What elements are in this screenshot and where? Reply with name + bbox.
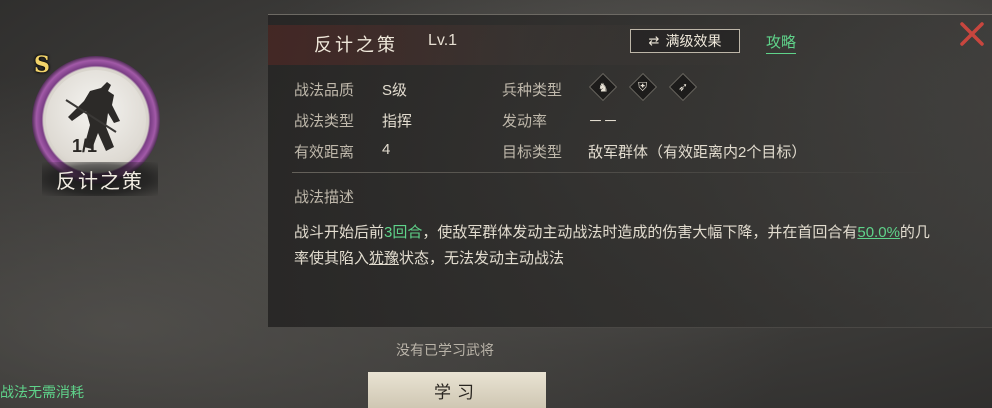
trigger-rate-value: －－ (588, 113, 619, 130)
range-label: 有效距离 (294, 144, 355, 161)
grade-badge: S (34, 52, 50, 78)
quality-value: S级 (382, 82, 408, 99)
max-level-effect-label: 满级效果 (665, 33, 722, 49)
desc-status[interactable]: 犹豫 (369, 250, 399, 267)
cavalry-icon: ♞ (588, 72, 618, 102)
guide-link[interactable]: 攻略 (766, 31, 797, 54)
skill-description: 战斗开始后前3回合，使敌军群体发动主动战法时造成的伤害大幅下降，并在首回合有50… (294, 220, 934, 272)
troop-type-icons: ♞ ⛨ ➶ (588, 72, 698, 102)
divider (292, 172, 932, 173)
shield-icon: ⛨ (628, 72, 658, 102)
desc-part-2: ，使敌军群体发动主动战法时造成的伤害大幅下降，并在首回合有 (422, 224, 858, 241)
no-learned-generals-text: 没有已学习武将 (396, 342, 494, 358)
type-value: 指挥 (382, 113, 413, 130)
bow-icon: ➶ (668, 72, 698, 102)
trigger-rate-label: 发动率 (502, 113, 548, 130)
portrait-name-plate: 反计之策 (42, 162, 158, 196)
close-icon (960, 22, 984, 46)
skill-level: Lv.1 (428, 32, 458, 49)
portrait-name: 反计之策 (56, 168, 144, 193)
troop-type-label: 兵种类型 (502, 82, 563, 99)
desc-part-4: 状态，无法发动主动战法 (399, 250, 565, 267)
skill-portrait: S 1/1 反计之策 (20, 48, 170, 198)
no-cost-text: 战法无需消耗 (0, 384, 84, 400)
skill-name: 反计之策 (314, 35, 398, 56)
target-type-label: 目标类型 (502, 144, 563, 161)
target-type-value: 敌军群体（有效距离内2个目标） (588, 144, 807, 161)
close-button[interactable] (958, 20, 988, 50)
desc-chance: 50.0% (857, 224, 900, 241)
learn-button[interactable]: 学习 (368, 372, 546, 408)
desc-rounds: 3回合 (384, 224, 423, 241)
skill-count: 1/1 (72, 136, 98, 156)
max-level-effect-button[interactable]: ⇄ 满级效果 (630, 29, 740, 53)
desc-part-1: 战斗开始后前 (294, 224, 385, 241)
quality-label: 战法品质 (294, 82, 355, 99)
type-label: 战法类型 (294, 113, 355, 130)
swap-icon: ⇄ (648, 33, 660, 48)
range-value: 4 (382, 141, 391, 158)
description-title: 战法描述 (294, 189, 355, 206)
skill-detail-panel: 反计之策 Lv.1 ⇄ 满级效果 攻略 (268, 14, 992, 328)
